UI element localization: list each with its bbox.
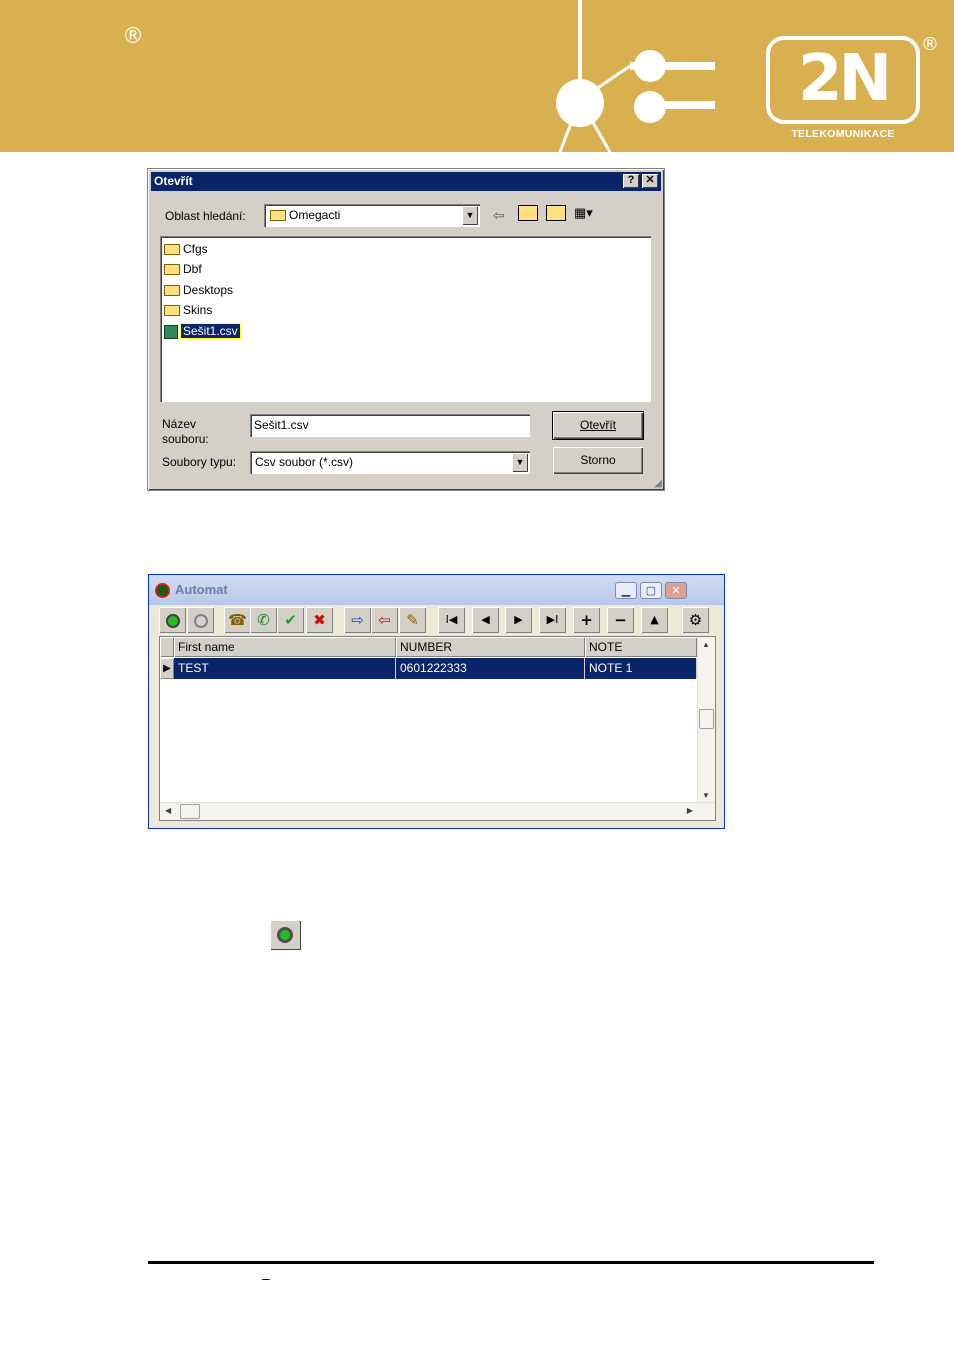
look-in-label: Oblast hledání: <box>165 209 246 223</box>
maximize-button[interactable]: ▢ <box>640 582 662 599</box>
first-record-icon[interactable]: I◀ <box>438 607 465 633</box>
folder-icon <box>164 264 180 276</box>
up-folder-icon[interactable] <box>518 205 538 221</box>
edit-up-icon[interactable]: ▲ <box>641 607 668 633</box>
new-folder-icon[interactable] <box>546 205 566 221</box>
footer-dash: – <box>262 1270 270 1286</box>
start-button-sample <box>270 920 301 950</box>
app-icon <box>155 583 170 598</box>
automat-window: Automat ▁ ▢ ✕ ☎ ✆ ✔ ✖ ⇨ ⇦ ✎ I◀ ◀ ▶ ▶I + … <box>148 574 725 829</box>
row-pointer-icon: ▶ <box>160 658 174 679</box>
resize-grip-icon[interactable]: ◢ <box>654 478 662 489</box>
close-button[interactable]: ✕ <box>642 174 658 188</box>
column-header[interactable]: NOTE <box>585 637 697 657</box>
dialog-title: Otevřít <box>154 174 193 188</box>
close-button[interactable]: ✕ <box>665 582 687 599</box>
scroll-up-icon[interactable]: ▲ <box>702 640 710 649</box>
view-menu-icon[interactable]: ▦▾ <box>574 205 593 221</box>
hangup-icon[interactable]: ✆ <box>250 607 277 633</box>
scroll-right-icon[interactable]: ▶ <box>687 806 693 815</box>
chevron-down-icon[interactable]: ▼ <box>512 453 528 472</box>
file-list[interactable]: Cfgs Dbf Desktops Skins Sešit1.csv <box>160 236 651 402</box>
list-item[interactable]: Desktops <box>164 281 233 299</box>
data-grid[interactable]: First name NUMBER NOTE ▶ TEST 0601222333… <box>159 636 716 821</box>
settings-icon[interactable]: ⚙ <box>682 607 709 633</box>
csv-file-icon <box>164 324 178 339</box>
open-button[interactable]: Otevřít <box>552 411 644 440</box>
look-in-value: Omegacti <box>289 208 341 222</box>
chevron-down-icon[interactable]: ▼ <box>462 206 478 225</box>
stop-icon[interactable] <box>187 607 214 633</box>
filetype-label: Soubory typu: <box>162 455 237 469</box>
minimize-button[interactable]: ▁ <box>615 582 637 599</box>
folder-icon <box>164 285 180 297</box>
start-icon[interactable] <box>159 607 186 633</box>
list-item[interactable]: Skins <box>164 301 212 319</box>
vertical-scroll-thumb[interactable] <box>699 709 714 729</box>
insert-icon[interactable]: + <box>573 607 600 633</box>
dialog-titlebar: Otevřít ? ✕ <box>151 172 661 191</box>
filename-label-line1: Název <box>162 417 197 431</box>
horizontal-scroll-thumb[interactable] <box>180 804 200 819</box>
import-icon[interactable]: ⇨ <box>344 607 371 633</box>
cancel-icon[interactable]: ✖ <box>306 607 333 633</box>
edit-icon[interactable]: ✎ <box>399 607 426 633</box>
export-icon[interactable]: ⇦ <box>371 607 398 633</box>
folder-icon <box>164 305 180 317</box>
open-file-dialog: Otevřít ? ✕ Oblast hledání: Omegacti ▼ ⇦… <box>147 168 665 491</box>
filename-label-line2: souboru: <box>162 432 209 446</box>
table-cell[interactable]: NOTE 1 <box>585 658 697 679</box>
prior-record-icon[interactable]: ◀ <box>472 607 499 633</box>
table-cell[interactable]: TEST <box>174 658 396 679</box>
automat-titlebar: Automat <box>149 575 724 605</box>
automat-title: Automat <box>175 582 228 597</box>
row-indicator-header <box>160 637 174 657</box>
vertical-scrollbar[interactable]: ▲ ▼ <box>697 637 715 803</box>
logo-text: 2N <box>797 42 892 116</box>
back-icon[interactable]: ⇦ <box>493 207 505 224</box>
column-header[interactable]: First name <box>174 637 396 657</box>
table-cell[interactable]: 0601222333 <box>396 658 585 679</box>
next-record-icon[interactable]: ▶ <box>505 607 532 633</box>
last-record-icon[interactable]: ▶I <box>539 607 566 633</box>
company-logo: 2N <box>766 36 920 124</box>
phone-icon[interactable]: ☎ <box>224 607 251 633</box>
list-item[interactable]: Dbf <box>164 260 202 278</box>
help-button[interactable]: ? <box>623 174 639 188</box>
delete-icon[interactable]: − <box>607 607 634 633</box>
start-icon <box>277 927 293 943</box>
scroll-left-icon[interactable]: ◀ <box>165 806 171 815</box>
cancel-button[interactable]: Storno <box>553 447 643 474</box>
logo-registered-mark: ® <box>921 34 939 55</box>
filetype-dropdown[interactable]: Csv soubor (*.csv) ▼ <box>250 451 530 474</box>
horizontal-scrollbar[interactable]: ◀ ▶ <box>160 802 715 820</box>
filename-field[interactable]: Sešit1.csv <box>250 414 530 437</box>
folder-icon <box>270 210 286 222</box>
column-header[interactable]: NUMBER <box>396 637 585 657</box>
folder-icon <box>164 244 180 256</box>
footer-rule <box>148 1261 874 1264</box>
logo-subtitle: TELEKOMUNIKACE <box>791 128 895 140</box>
list-item-selected[interactable]: Sešit1.csv <box>164 322 241 340</box>
page-header: ® 2N ® TELEKOMUNIKACE <box>0 0 954 152</box>
list-item[interactable]: Cfgs <box>164 240 208 258</box>
look-in-dropdown[interactable]: Omegacti ▼ <box>264 204 480 227</box>
scroll-down-icon[interactable]: ▼ <box>702 791 710 800</box>
confirm-icon[interactable]: ✔ <box>277 607 304 633</box>
